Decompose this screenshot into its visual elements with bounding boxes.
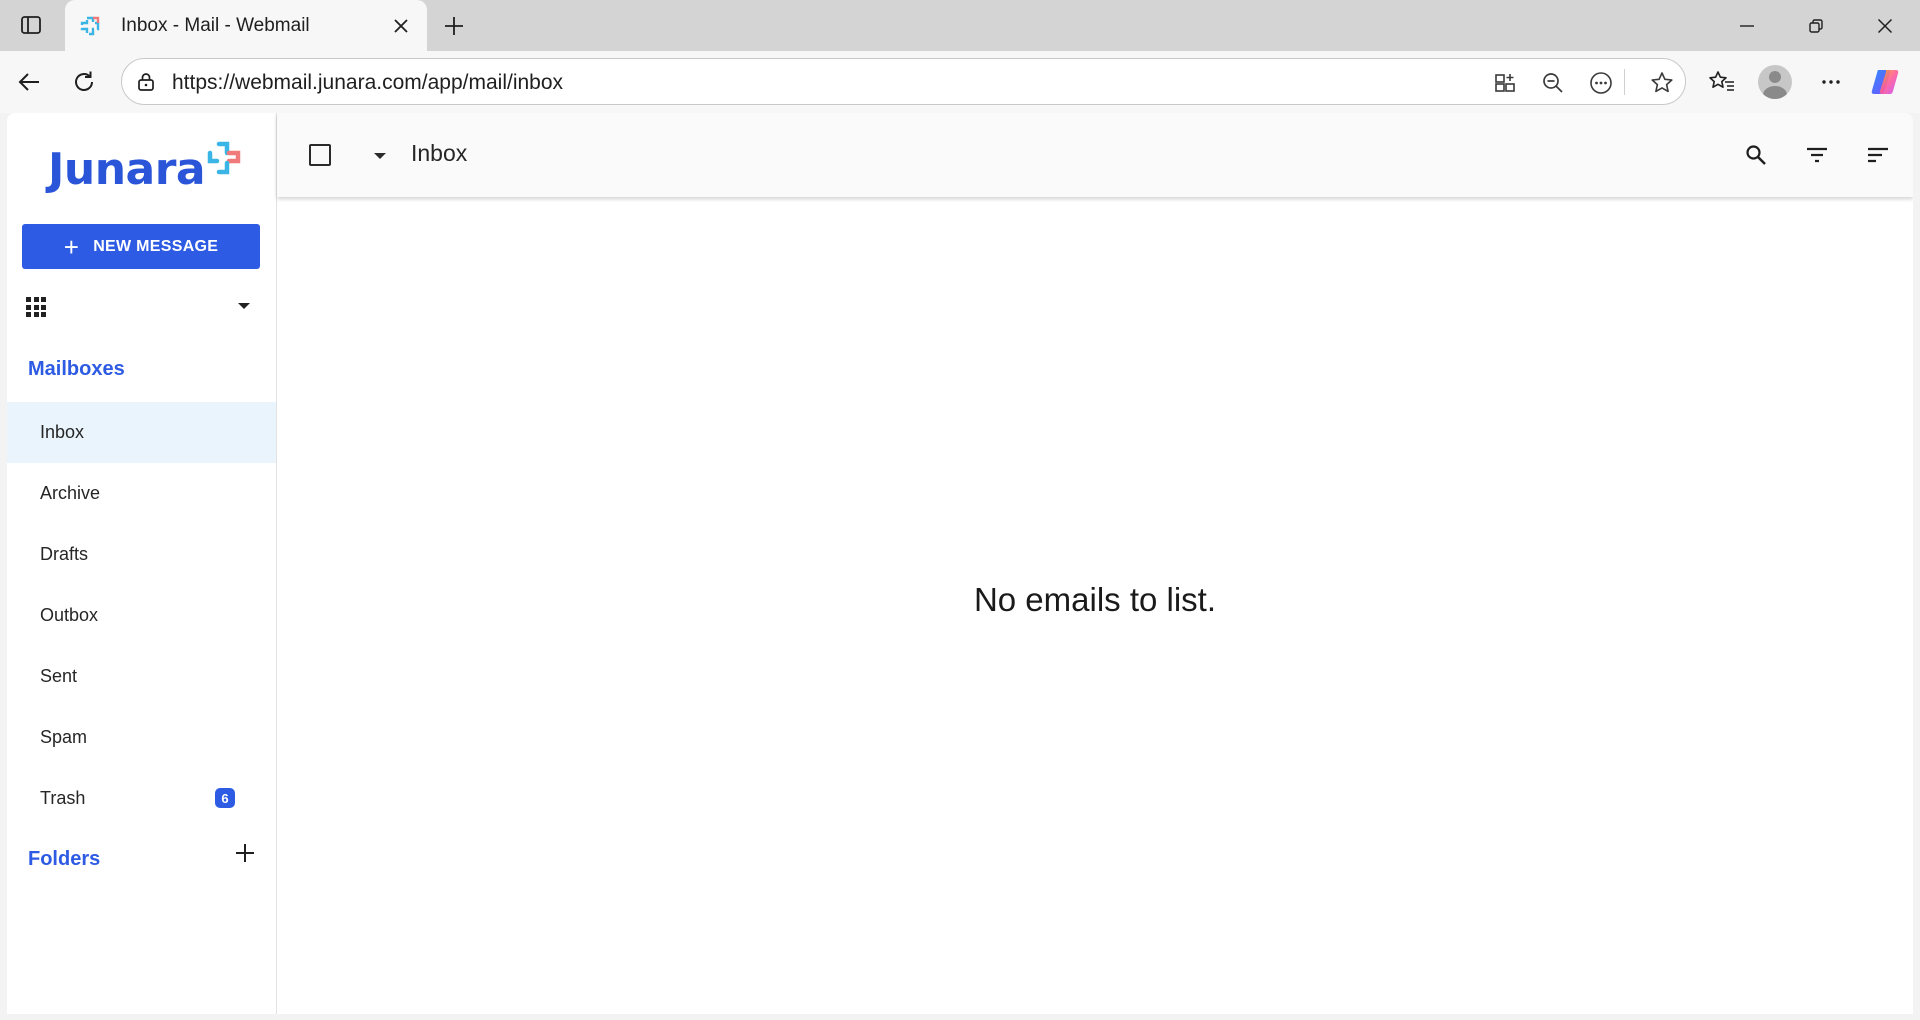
sidebar: Junara + NEW MESSAGE Mailboxes Inbox Arc… [7, 113, 277, 1014]
mailbox-label: Outbox [40, 605, 99, 625]
mailbox-item-sent[interactable]: Sent [7, 646, 276, 707]
filter-button[interactable] [1801, 139, 1833, 171]
copilot-button[interactable] [1865, 62, 1905, 102]
junara-favicon-icon [79, 15, 101, 37]
add-folder-button[interactable] [232, 840, 258, 866]
address-bar[interactable]: https://webmail.junara.com/app/mail/inbo… [121, 58, 1686, 105]
caret-down-icon[interactable] [238, 303, 250, 309]
close-icon [394, 18, 408, 33]
select-all-checkbox[interactable] [309, 144, 331, 166]
split-screen-icon [1495, 74, 1515, 92]
browser-tab-active[interactable]: Inbox - Mail - Webmail [65, 0, 427, 51]
mailbox-item-inbox[interactable]: Inbox [7, 402, 276, 463]
tab-actions-button[interactable] [11, 9, 51, 41]
webmail-app: Junara + NEW MESSAGE Mailboxes Inbox Arc… [7, 113, 1913, 1014]
browser-titlebar: Inbox - Mail - Webmail [0, 0, 1920, 51]
minimize-icon [1740, 24, 1754, 27]
minimize-button[interactable] [1712, 0, 1782, 51]
mailbox-label: Inbox [40, 422, 85, 442]
more-icon [1590, 72, 1612, 94]
plus-icon: + [63, 231, 80, 262]
tab-title: Inbox - Mail - Webmail [121, 14, 310, 36]
new-message-label: NEW MESSAGE [93, 237, 219, 255]
mailboxes-heading[interactable]: Mailboxes [28, 358, 125, 381]
more-icon [1822, 80, 1840, 84]
mail-list-header: Inbox [277, 113, 1913, 197]
mailbox-item-drafts[interactable]: Drafts [7, 524, 276, 585]
favorites-icon [1709, 71, 1734, 91]
profile-button[interactable] [1755, 62, 1795, 102]
mailbox-item-trash[interactable]: Trash 6 [7, 768, 276, 829]
split-screen-button[interactable] [1488, 66, 1522, 100]
mailbox-item-archive[interactable]: Archive [7, 463, 276, 524]
folders-heading[interactable]: Folders [28, 848, 100, 871]
sort-icon [1868, 147, 1888, 163]
mail-list-panel: Inbox No emails to list. [277, 113, 1913, 1014]
lock-icon[interactable] [134, 70, 158, 94]
select-options-caret-icon[interactable] [374, 153, 386, 159]
apps-switcher[interactable] [7, 283, 277, 331]
star-icon [1651, 72, 1673, 93]
favorites-button[interactable] [1702, 62, 1742, 102]
logo-text: Junara [48, 143, 206, 195]
browser-toolbar: https://webmail.junara.com/app/mail/inbo… [0, 51, 1920, 113]
plus-icon [236, 844, 254, 862]
zoom-out-button[interactable] [1536, 66, 1570, 100]
window-close-button[interactable] [1850, 0, 1920, 51]
back-icon [18, 73, 39, 91]
refresh-icon [75, 71, 93, 91]
page-actions-button[interactable] [1584, 66, 1618, 100]
back-button[interactable] [9, 62, 49, 102]
restore-button[interactable] [1781, 0, 1851, 51]
plus-icon [445, 17, 463, 35]
copilot-icon [1871, 70, 1899, 94]
search-button[interactable] [1740, 139, 1772, 171]
close-icon [1877, 18, 1893, 33]
mailbox-label: Spam [40, 727, 88, 747]
mailbox-list: Inbox Archive Drafts Outbox Sent Spam Tr… [7, 402, 276, 829]
zoom-out-icon [1543, 73, 1563, 93]
url-text[interactable]: https://webmail.junara.com/app/mail/inbo… [172, 71, 563, 95]
address-bar-separator [1624, 69, 1625, 95]
mailbox-label: Archive [40, 483, 101, 503]
mailbox-item-outbox[interactable]: Outbox [7, 585, 276, 646]
mailbox-title: Inbox [411, 140, 468, 166]
sidebar-toggle-icon [21, 16, 41, 34]
window-bottom-edge [0, 1014, 1920, 1020]
new-tab-button[interactable] [436, 8, 472, 44]
logo-cross-icon [207, 141, 241, 175]
settings-more-button[interactable] [1811, 62, 1851, 102]
tab-close-button[interactable] [387, 12, 415, 40]
favorite-button[interactable] [1645, 66, 1679, 100]
mailbox-label: Sent [40, 666, 78, 686]
new-message-button[interactable]: + NEW MESSAGE [22, 224, 260, 269]
mailbox-item-spam[interactable]: Spam [7, 707, 276, 768]
mailbox-label: Drafts [40, 544, 89, 564]
mailbox-label: Trash [40, 788, 86, 808]
restore-icon [1809, 18, 1823, 33]
unread-count-badge: 6 [215, 788, 235, 808]
search-icon [1746, 145, 1766, 165]
sort-button[interactable] [1862, 139, 1894, 171]
apps-grid-icon [26, 297, 46, 317]
profile-icon [1758, 65, 1792, 99]
refresh-button[interactable] [64, 62, 104, 102]
empty-state-message: No emails to list. [973, 581, 1217, 618]
junara-logo[interactable]: Junara [48, 141, 241, 195]
filter-icon [1807, 147, 1827, 163]
